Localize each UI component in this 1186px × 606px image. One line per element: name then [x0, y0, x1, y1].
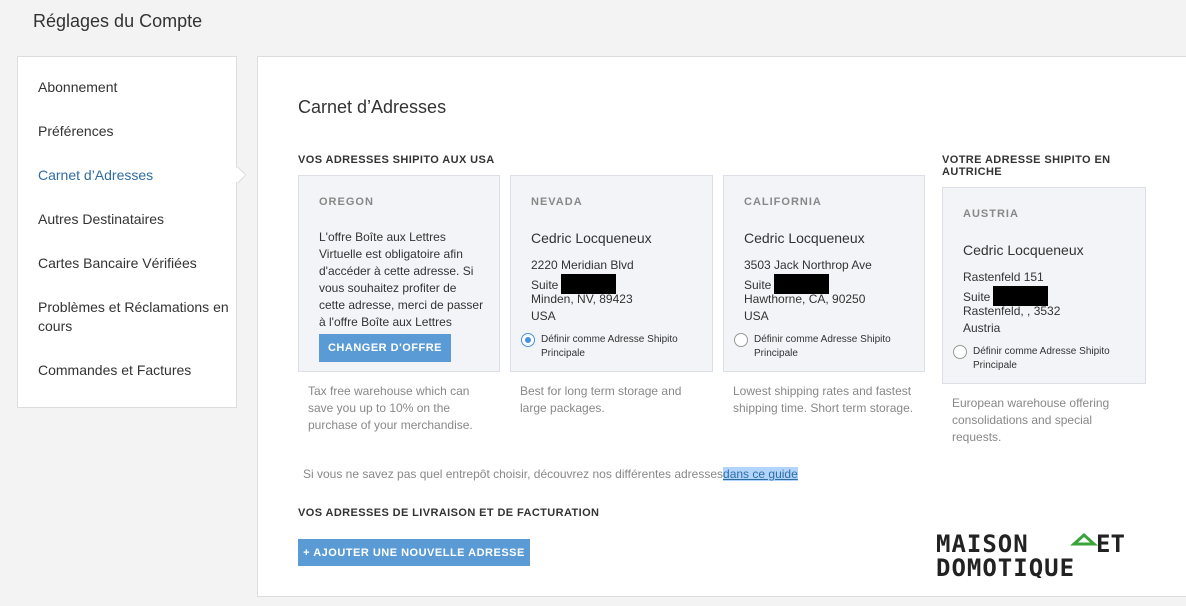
- sidebar-item-preferences[interactable]: Préférences: [38, 122, 233, 141]
- card-region: CALIFORNIA: [744, 196, 822, 208]
- address-country: Austria: [963, 321, 1001, 335]
- primary-address-label[interactable]: Définir comme Adresse Shipito Principale: [973, 345, 1133, 373]
- main-panel: Carnet d’Adresses VOS ADRESSES SHIPITO A…: [257, 56, 1186, 597]
- sidebar: Abonnement Préférences Carnet d’Adresses…: [17, 56, 247, 408]
- primary-address-radio[interactable]: [953, 345, 967, 359]
- california-description: Lowest shipping rates and fastest shippi…: [733, 384, 914, 415]
- sidebar-item-commandes-factures[interactable]: Commandes et Factures: [38, 361, 233, 380]
- recipient-name: Cedric Locqueneux: [531, 230, 652, 246]
- address-city: Hawthorne, CA, 90250: [744, 292, 866, 306]
- address-line1: 3503 Jack Northrop Ave: [744, 258, 872, 272]
- sidebar-item-problemes-reclamations[interactable]: Problèmes et Réclamations en cours: [38, 298, 233, 336]
- page-title: Réglages du Compte: [33, 11, 203, 31]
- address-line1: 2220 Meridian Blvd: [531, 258, 634, 272]
- guide-text: Si vous ne savez pas quel entrepôt chois…: [303, 467, 724, 481]
- address-card-oregon: OREGON L'offre Boîte aux Lettres Virtuel…: [298, 175, 500, 372]
- recipient-name: Cedric Locqueneux: [963, 242, 1084, 258]
- primary-address-label[interactable]: Définir comme Adresse Shipito Principale: [754, 333, 914, 361]
- maison-et-domotique-logo: MAISON ET DOMOTIQUE: [936, 530, 1125, 578]
- card-region: NEVADA: [531, 196, 583, 208]
- austria-description: European warehouse offering consolidatio…: [952, 396, 1110, 444]
- address-country: USA: [744, 309, 769, 323]
- section-title: Carnet d’Adresses: [298, 97, 447, 117]
- add-address-button[interactable]: + AJOUTER UNE NOUVELLE ADRESSE: [298, 539, 530, 566]
- change-offer-button[interactable]: CHANGER D'OFFRE: [319, 334, 451, 362]
- address-card-nevada: NEVADA Cedric Locqueneux 2220 Meridian B…: [510, 175, 713, 372]
- address-city: Minden, NV, 89423: [531, 292, 633, 306]
- address-card-california: CALIFORNIA Cedric Locqueneux 3503 Jack N…: [723, 175, 925, 372]
- oregon-notice: L'offre Boîte aux Lettres Virtuelle est …: [319, 230, 484, 329]
- card-region: AUSTRIA: [963, 208, 1019, 220]
- address-line1: Rastenfeld 151: [963, 270, 1044, 284]
- recipient-name: Cedric Locqueneux: [744, 230, 865, 246]
- oregon-description: Tax free warehouse which can save you up…: [308, 384, 473, 432]
- sidebar-item-cartes-bancaires[interactable]: Cartes Bancaire Vérifiées: [38, 254, 233, 273]
- address-card-austria: AUSTRIA Cedric Locqueneux Rastenfeld 151…: [942, 187, 1146, 384]
- austria-address-heading: VOTRE ADRESSE SHIPITO EN AUTRICHE: [942, 154, 1111, 178]
- address-country: USA: [531, 309, 556, 323]
- nevada-description: Best for long term storage and large pac…: [520, 384, 682, 415]
- usa-addresses-heading: VOS ADRESSES SHIPITO AUX USA: [298, 154, 495, 166]
- card-region: OREGON: [319, 196, 374, 208]
- delivery-billing-heading: VOS ADRESSES DE LIVRAISON ET DE FACTURAT…: [298, 507, 600, 519]
- svg-text:ET: ET: [1096, 530, 1125, 558]
- primary-address-label[interactable]: Définir comme Adresse Shipito Principale: [541, 333, 701, 361]
- sidebar-item-abonnement[interactable]: Abonnement: [38, 78, 233, 97]
- primary-address-radio[interactable]: [734, 333, 748, 347]
- guide-link[interactable]: dans ce guide: [723, 467, 798, 481]
- primary-address-radio[interactable]: [521, 333, 535, 347]
- sidebar-item-carnet-adresses[interactable]: Carnet d’Adresses: [38, 166, 233, 185]
- svg-text:DOMOTIQUE: DOMOTIQUE: [936, 554, 1075, 578]
- sidebar-item-autres-destinataires[interactable]: Autres Destinataires: [38, 210, 233, 229]
- guide-hint: Si vous ne savez pas quel entrepôt chois…: [303, 467, 798, 481]
- address-city: Rastenfeld, , 3532: [963, 304, 1061, 318]
